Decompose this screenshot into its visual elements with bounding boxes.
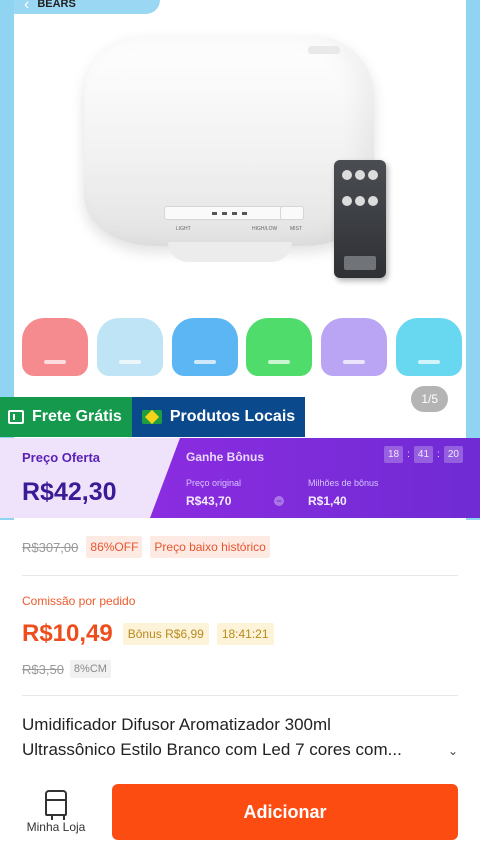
thumbnail-light-blue[interactable] xyxy=(96,318,163,376)
store-icon xyxy=(45,790,67,820)
old-price-row: R$307,00 86%OFF Preço baixo histórico xyxy=(22,536,270,558)
brazil-flag-icon xyxy=(141,410,162,424)
free-shipping-label: Frete Grátis xyxy=(32,408,122,425)
commission-old-value: R$3,50 xyxy=(22,661,64,677)
countdown-timer: 18 : 41 : 20 xyxy=(384,446,463,463)
page-indicator: 1/5 xyxy=(411,386,448,412)
bonus-title: Ganhe Bônus xyxy=(186,450,265,464)
commission-rate-badge: 8%CM xyxy=(69,660,111,678)
local-products-label: Produtos Locais xyxy=(169,408,296,425)
my-store-button[interactable]: Minha Loja xyxy=(18,786,94,834)
timer-minutes: 41 xyxy=(413,446,434,463)
commission-row: R$10,49 Bônus R$6,99 18:41:21 xyxy=(22,620,274,648)
offer-label: Preço Oferta xyxy=(22,450,101,465)
thumbnail-blue[interactable] xyxy=(171,318,238,376)
bonus-value: R$1,40 xyxy=(308,494,347,508)
bonus-label: Milhões de bônus xyxy=(308,478,379,488)
history-badge: Preço baixo histórico xyxy=(150,536,270,558)
divider xyxy=(22,695,458,696)
service-tags: Frete Grátis Produtos Locais xyxy=(0,397,306,437)
old-price: R$307,00 xyxy=(22,539,79,555)
timer-seconds: 20 xyxy=(443,446,463,463)
commission-label: Comissão por pedido xyxy=(22,594,136,608)
offer-price-band: Preço Oferta R$42,30 Ganhe Bônus 18 : 41… xyxy=(0,438,480,518)
commission-timer: 18:41:21 xyxy=(216,623,274,645)
original-price-value: R$43,70 xyxy=(186,494,232,508)
thumbnail-purple[interactable] xyxy=(321,318,388,376)
thumbnail-red[interactable] xyxy=(22,318,88,376)
thumbnail-green[interactable] xyxy=(246,318,313,376)
product-title[interactable]: Umidificador Difusor Aromatizador 300ml … xyxy=(22,712,452,762)
commission-value: R$10,49 xyxy=(22,620,113,647)
color-thumbnails xyxy=(22,318,462,378)
thumbnail-cyan[interactable] xyxy=(395,318,462,376)
free-shipping-tag: Frete Grátis xyxy=(0,397,132,437)
discount-badge: 86%OFF xyxy=(86,536,143,558)
minus-icon: − xyxy=(274,496,284,506)
remote-control-image xyxy=(334,160,386,278)
brand-name: BEARS xyxy=(37,0,76,10)
commission-old-row: R$3,50 8%CM xyxy=(22,660,111,678)
local-products-tag: Produtos Locais xyxy=(131,397,306,437)
my-store-label: Minha Loja xyxy=(26,820,86,834)
chevron-left-icon[interactable]: ‹ xyxy=(24,0,29,13)
product-title-line2: Ultrassônico Estilo Branco com Led 7 cor… xyxy=(22,740,402,759)
add-button[interactable]: Adicionar xyxy=(112,784,458,840)
product-image: LIGHT HIGH/LOW MIST xyxy=(84,36,374,266)
original-price-label: Preço original xyxy=(186,478,242,488)
ticket-icon xyxy=(8,410,24,424)
product-gallery[interactable]: LIGHT HIGH/LOW MIST 1/5 xyxy=(14,14,466,430)
offer-price: R$42,30 xyxy=(22,478,117,506)
brand-badge[interactable]: ‹ BEARS xyxy=(14,0,160,14)
divider xyxy=(22,575,458,576)
timer-hours: 18 xyxy=(384,446,404,463)
bottom-bar: Minha Loja Adicionar xyxy=(0,778,480,848)
commission-bonus-badge: Bônus R$6,99 xyxy=(122,623,209,645)
product-title-line1: Umidificador Difusor Aromatizador 300ml xyxy=(22,715,331,734)
chevron-down-icon[interactable]: ⌄ xyxy=(448,744,458,758)
